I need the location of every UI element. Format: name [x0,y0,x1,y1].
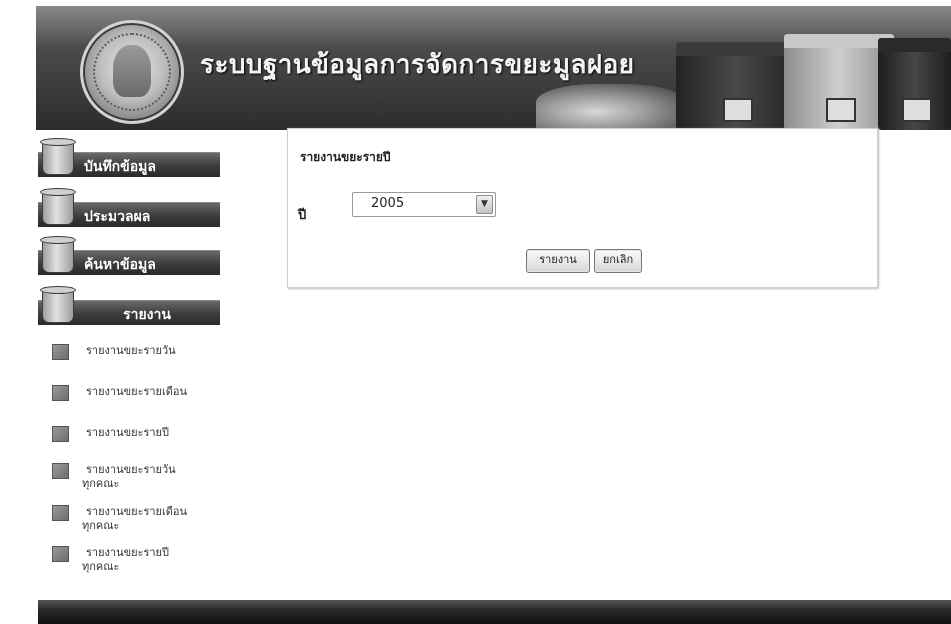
garbage-pile-image [536,84,686,130]
report-item-sublabel: ทุกคณะ [82,519,120,532]
header-banner: ระบบฐานข้อมูลการจัดการขยะมูลฝอย [36,6,951,130]
chevron-down-icon[interactable]: ▼ [476,195,493,214]
report-doc-icon [52,344,69,360]
report-item-label: รายงานขยะรายปี [86,546,169,559]
menu-label: รายงาน [123,307,171,323]
report-doc-icon [52,546,69,562]
recycle-bin-image [676,42,796,130]
site-title: ระบบฐานข้อมูลการจัดการขยะมูลฝอย [200,50,635,80]
report-doc-icon [52,426,69,442]
report-doc-icon [52,505,69,521]
report-item-sublabel: ทุกคณะ [82,477,120,490]
report-item-sublabel: ทุกคณะ [82,560,120,573]
menu-label: ประมวลผล [84,209,151,225]
recycle-bin-image [878,38,951,130]
report-item-label: รายงานขยะรายวัน [86,344,176,357]
trash-bin-icon [40,188,76,225]
yearly-report-panel: รายงานขยะรายปี ปี 2005 ▼ รายงาน ยกเลิก [287,128,878,288]
university-seal-logo [80,20,184,124]
year-label: ปี [298,208,307,223]
menu-report[interactable]: รายงาน [38,286,220,325]
report-doc-icon [52,463,69,479]
panel-title: รายงานขยะรายปี [300,150,391,164]
report-item-label: รายงานขยะรายเดือน [86,505,188,518]
menu-label: บันทึกข้อมูล [84,159,156,175]
menu-process[interactable]: ประมวลผล [38,188,220,227]
cancel-button[interactable]: ยกเลิก [594,249,642,273]
year-select-value: 2005 [371,196,405,211]
report-button[interactable]: รายงาน [526,249,590,273]
report-item-label: รายงานขยะรายเดือน [86,385,188,398]
footer-bar [38,600,951,624]
menu-search-data[interactable]: ค้นหาข้อมูล [38,236,220,275]
menu-label: ค้นหาข้อมูล [84,257,156,273]
report-item-label: รายงานขยะรายวัน [86,463,176,476]
report-doc-icon [52,385,69,401]
trash-bin-icon [40,138,76,175]
report-item-label: รายงานขยะรายปี [86,426,169,439]
trash-bin-icon [40,236,76,273]
year-select[interactable]: 2005 ▼ [352,192,496,217]
trash-bin-icon [40,286,76,323]
menu-record-data[interactable]: บันทึกข้อมูล [38,138,220,177]
